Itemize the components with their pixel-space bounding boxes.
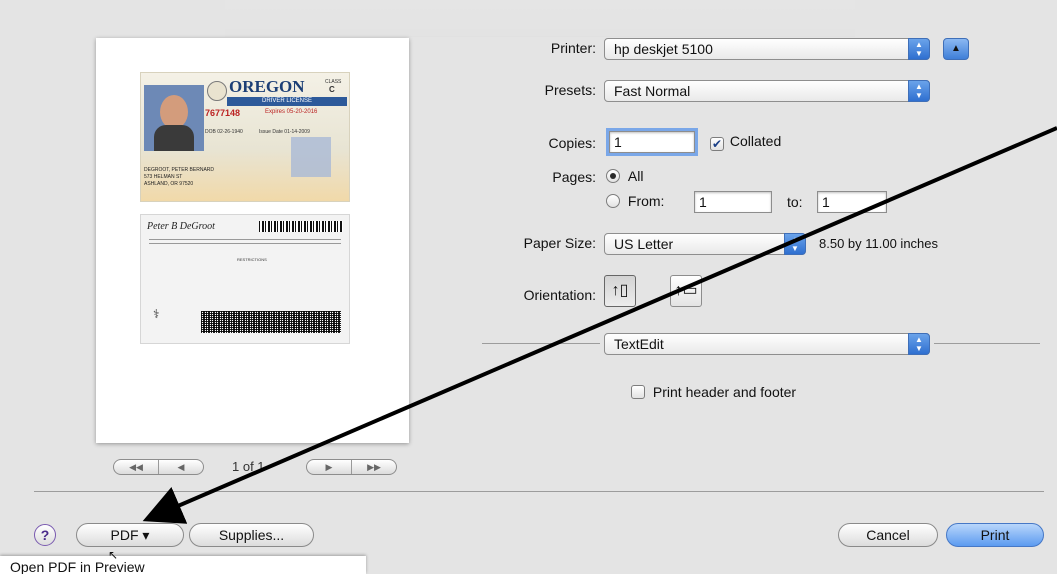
collated-checkbox[interactable]: ✔ Collated <box>710 133 781 151</box>
first-page-icon: ◀◀ <box>129 462 143 472</box>
help-icon: ? <box>40 527 50 543</box>
barcode-top <box>259 221 343 232</box>
license-street: 573 HELMAN ST <box>144 174 183 180</box>
presets-value: Fast Normal <box>614 83 691 99</box>
popup-arrows-icon: ▲ ▼ <box>784 233 806 255</box>
pages-from-label: From: <box>627 193 665 209</box>
license-small-photo <box>291 137 331 177</box>
checkmark-icon: ✔ <box>710 137 724 151</box>
pdf-button[interactable]: PDF ▾ <box>76 523 184 547</box>
pages-from-value: 1 <box>699 194 707 210</box>
paper-size-label: Paper Size: <box>523 235 596 251</box>
paper-size-popup[interactable]: US Letter ▲ ▼ <box>604 233 806 255</box>
panel-divider-right <box>934 343 1040 344</box>
orientation-label: Orientation: <box>523 287 596 303</box>
popup-arrows-icon: ▲ ▼ <box>908 80 930 102</box>
footer-divider <box>34 491 1044 492</box>
app-panel-value: TextEdit <box>614 336 664 352</box>
copies-value: 1 <box>614 134 622 150</box>
license-state: OREGON <box>229 77 305 96</box>
pages-from-radio[interactable]: From: <box>606 193 664 209</box>
printer-popup[interactable]: hp deskjet 5100 ▲ ▼ <box>604 38 930 60</box>
license-class: C <box>329 85 335 94</box>
app-panel-popup[interactable]: TextEdit ▲ ▼ <box>604 333 930 355</box>
license-restrictions: RESTRICTIONS <box>237 257 267 262</box>
print-button[interactable]: Print <box>946 523 1044 547</box>
printer-value: hp deskjet 5100 <box>614 41 713 57</box>
radio-selected-icon <box>606 169 620 183</box>
caduceus-icon: ⚕ <box>153 307 160 321</box>
copies-field[interactable]: 1 <box>609 131 695 153</box>
menu-item-open-pdf-preview[interactable]: Open PDF in Preview <box>10 559 145 574</box>
popup-arrows-icon: ▲ ▼ <box>908 333 930 355</box>
prev-page-icon: ◀ <box>158 460 203 474</box>
license-signature: Peter B DeGroot <box>147 221 215 232</box>
pdf-menu: Open PDF in Preview <box>0 556 366 574</box>
next-page-icon: ▶ <box>325 462 333 472</box>
portrait-icon: ↑▯ <box>611 282 629 299</box>
license-issue: Issue Date 01-14-2009 <box>259 129 310 135</box>
license-name: DEGROOT, PETER BERNARD <box>144 167 215 173</box>
collapse-sheet-button[interactable]: ▲ <box>943 38 969 60</box>
license-number: 7677148 <box>205 108 241 118</box>
license-expires: Expires 05-20-2016 <box>265 109 318 115</box>
license-city: ASHLAND, OR 97520 <box>144 181 194 187</box>
license-type: DRIVER LICENSE <box>227 97 347 106</box>
help-button[interactable]: ? <box>34 524 56 546</box>
printer-label: Printer: <box>550 40 596 56</box>
pages-to-field[interactable]: 1 <box>817 191 887 213</box>
pages-to-label: to: <box>787 194 803 210</box>
pages-all-label: All <box>627 168 644 184</box>
print-header-checkbox[interactable]: Print header and footer <box>631 384 796 400</box>
license-fine-print <box>149 239 341 247</box>
license-photo <box>144 85 204 151</box>
radio-unselected-icon <box>606 194 620 208</box>
paper-dimensions: 8.50 by 11.00 inches <box>819 236 939 251</box>
checkbox-empty-icon <box>631 385 645 399</box>
orientation-landscape-button[interactable]: ↑▭ <box>670 275 702 307</box>
presets-popup[interactable]: Fast Normal ▲ ▼ <box>604 80 930 102</box>
preview-nav-forward: ▶ ▶▶ <box>306 459 397 475</box>
disclosure-up-icon: ▲ <box>951 43 961 54</box>
cancel-button[interactable]: Cancel <box>838 523 938 547</box>
copies-label: Copies: <box>548 135 596 151</box>
license-dob: DOB 02-26-1940 <box>205 129 243 135</box>
landscape-icon: ↑▭ <box>674 282 698 299</box>
mouse-cursor-icon: ↖ <box>108 548 119 562</box>
pages-all-radio[interactable]: All <box>606 168 643 184</box>
pages-to-value: 1 <box>822 194 830 210</box>
pages-label: Pages: <box>552 169 596 185</box>
license-back: Peter B DeGroot RESTRICTIONS ⚕ <box>140 214 350 344</box>
print-preview-page: OREGON CLASS C DRIVER LICENSE 7677148 Ex… <box>96 38 409 443</box>
license-seal-icon <box>207 81 227 101</box>
collated-label: Collated <box>729 133 782 149</box>
orientation-portrait-button[interactable]: ↑▯ <box>604 275 636 307</box>
preview-nav-back: ◀◀ ◀ <box>113 459 204 475</box>
panel-divider-left <box>482 343 600 344</box>
page-indicator: 1 of 1 <box>232 459 265 474</box>
last-page-icon: ▶▶ <box>351 460 396 474</box>
presets-label: Presets: <box>544 82 596 98</box>
supplies-button[interactable]: Supplies... <box>189 523 314 547</box>
license-front: OREGON CLASS C DRIVER LICENSE 7677148 Ex… <box>140 72 350 202</box>
print-sheet: OREGON CLASS C DRIVER LICENSE 7677148 Ex… <box>0 0 1057 574</box>
barcode-bottom <box>201 311 341 333</box>
paper-size-value: US Letter <box>614 236 674 252</box>
pages-from-field[interactable]: 1 <box>694 191 772 213</box>
print-header-label: Print header and footer <box>652 384 797 400</box>
popup-arrows-icon: ▲ ▼ <box>908 38 930 60</box>
